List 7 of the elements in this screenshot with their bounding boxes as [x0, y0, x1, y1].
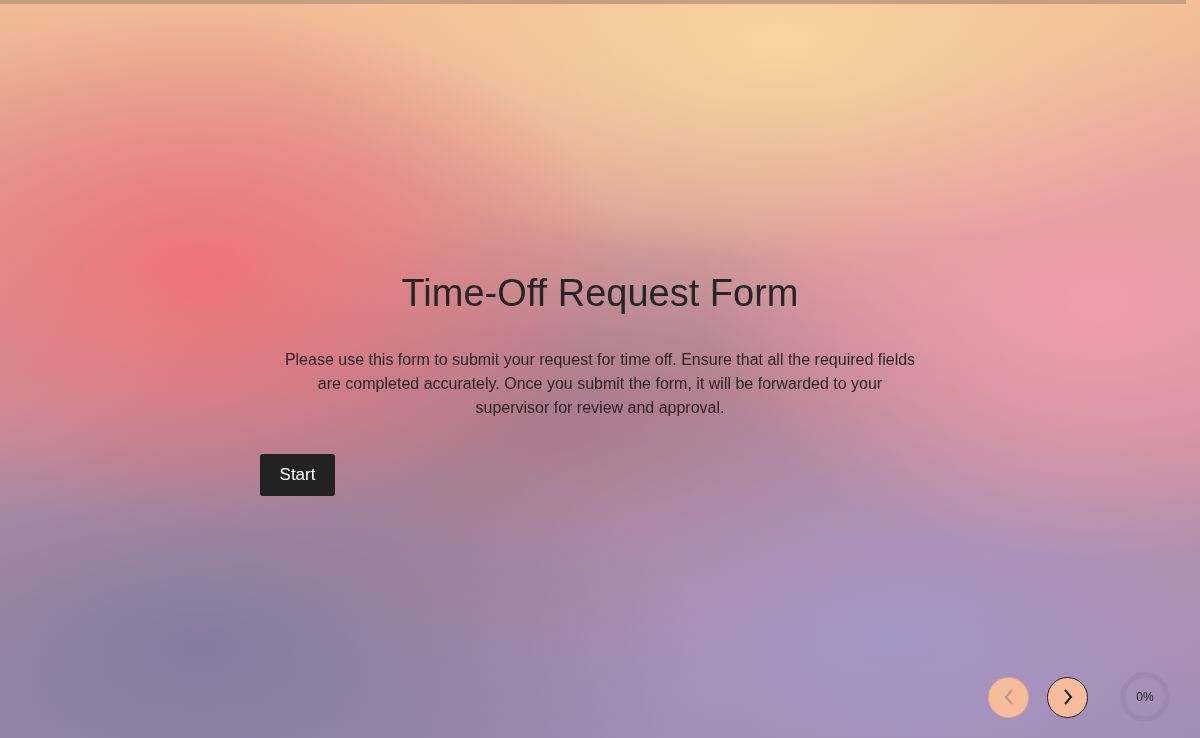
next-button[interactable]	[1047, 676, 1088, 718]
form-title: Time-Off Request Form	[401, 271, 799, 316]
start-button[interactable]: Start	[260, 453, 335, 496]
chevron-left-icon	[1003, 689, 1014, 705]
progress-percent: 0%	[1136, 691, 1154, 703]
chevron-right-icon	[1062, 689, 1073, 705]
form-description: Please use this form to submit your request for time off. Ensure that all the required fields are completed accurately. Once you submit the form, it will be forwarded to your supervisor for review and approval.	[283, 349, 917, 418]
